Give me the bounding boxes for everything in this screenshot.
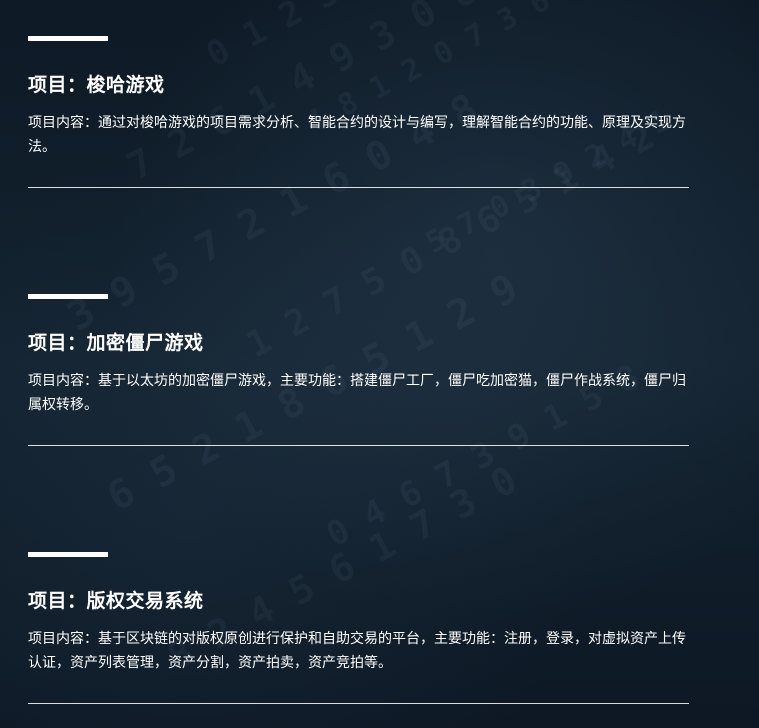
divider xyxy=(28,703,689,704)
accent-bar xyxy=(28,552,108,557)
accent-bar xyxy=(28,294,108,299)
divider xyxy=(28,445,689,446)
project-title: 项目：版权交易系统 xyxy=(28,590,204,612)
accent-bar xyxy=(28,36,108,41)
project-title: 项目：梭哈游戏 xyxy=(28,74,165,96)
divider xyxy=(28,187,689,188)
project-card-suoha: 项目：梭哈游戏 项目内容：通过对梭哈游戏的项目需求分析、智能合约的设计与编写，理… xyxy=(28,36,689,188)
project-title: 项目：加密僵尸游戏 xyxy=(28,332,204,354)
project-description: 项目内容：基于区块链的对版权原创进行保护和自助交易的平台，主要功能：注册，登录，… xyxy=(28,631,686,671)
project-description: 项目内容：基于以太坊的加密僵尸游戏，主要功能：搭建僵尸工厂，僵尸吃加密猫，僵尸作… xyxy=(28,373,686,413)
project-description: 项目内容：通过对梭哈游戏的项目需求分析、智能合约的设计与编写，理解智能合约的功能… xyxy=(28,115,686,155)
project-card-crypto-zombies: 项目：加密僵尸游戏 项目内容：基于以太坊的加密僵尸游戏，主要功能：搭建僵尸工厂，… xyxy=(28,294,689,446)
project-card-copyright-trading: 项目：版权交易系统 项目内容：基于区块链的对版权原创进行保护和自助交易的平台，主… xyxy=(28,552,689,704)
